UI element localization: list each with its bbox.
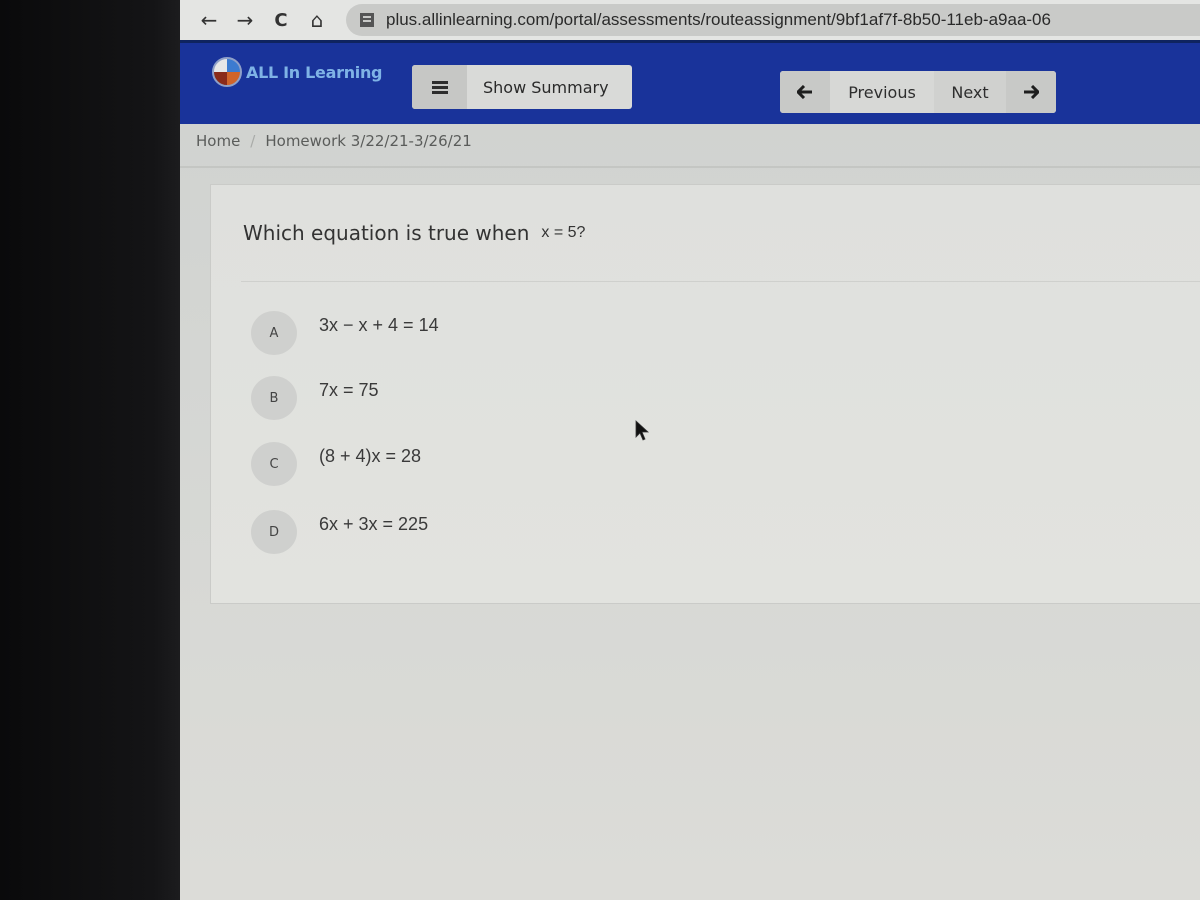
list-icon-container — [412, 65, 467, 109]
arrow-right-icon[interactable] — [1006, 71, 1056, 113]
monitor-bezel — [0, 0, 180, 900]
browser-toolbar: ← → C ⌂ plus.allinlearning.com/portal/as… — [180, 0, 1200, 40]
list-icon — [431, 80, 448, 94]
breadcrumb-home[interactable]: Home — [196, 132, 240, 150]
answer-choice-a[interactable]: A 3x − x + 4 = 14 — [251, 311, 439, 355]
choice-letter-badge[interactable]: B — [251, 376, 297, 420]
site-info-icon[interactable] — [360, 13, 374, 27]
question-card: Which equation is true when x = 5? A 3x … — [210, 184, 1200, 604]
question-pager: Previous Next — [780, 71, 1056, 113]
choice-letter-badge[interactable]: A — [251, 311, 297, 355]
answer-choice-b[interactable]: B 7x = 75 — [251, 376, 379, 420]
breadcrumb-separator: / — [250, 132, 256, 150]
choice-expression: 6x + 3x = 225 — [319, 513, 429, 534]
choice-expression: 3x − x + 4 = 14 — [319, 314, 439, 335]
question-divider — [241, 281, 1200, 282]
show-summary-label: Show Summary — [483, 77, 609, 97]
arrow-right-icon[interactable]: → — [230, 5, 260, 35]
choice-letter-badge[interactable]: D — [251, 510, 297, 554]
app-header: ALL In Learning Show Summary Previous Ne… — [180, 40, 1200, 124]
choice-expression: 7x = 75 — [319, 379, 379, 400]
screen: ← → C ⌂ plus.allinlearning.com/portal/as… — [180, 0, 1200, 900]
answer-choice-c[interactable]: C (8 + 4)x = 28 — [251, 442, 421, 486]
next-button[interactable]: Next — [934, 71, 1006, 113]
question-text: Which equation is true when — [243, 221, 530, 245]
question-prompt: Which equation is true when x = 5? — [243, 221, 585, 245]
brand-name: ALL In Learning — [246, 62, 383, 82]
previous-button[interactable]: Previous — [830, 71, 934, 113]
logo-icon — [212, 57, 242, 87]
choice-expression: (8 + 4)x = 28 — [319, 445, 422, 466]
url-text: plus.allinlearning.com/portal/assessment… — [386, 10, 1051, 29]
choice-letter-badge[interactable]: C — [251, 442, 297, 486]
arrow-left-icon[interactable]: ← — [194, 5, 224, 35]
reload-icon[interactable]: C — [266, 5, 296, 35]
brand-logo[interactable]: ALL In Learning — [212, 57, 383, 87]
breadcrumb-assignment[interactable]: Homework 3/22/21-3/26/21 — [265, 132, 471, 150]
breadcrumb-divider — [180, 166, 1200, 168]
address-bar[interactable]: plus.allinlearning.com/portal/assessment… — [346, 4, 1200, 36]
show-summary-button[interactable]: Show Summary — [412, 65, 632, 109]
home-icon[interactable]: ⌂ — [302, 5, 332, 35]
question-math: x = 5? — [541, 224, 586, 241]
breadcrumb: Home / Homework 3/22/21-3/26/21 — [196, 132, 472, 150]
arrow-left-icon[interactable] — [780, 71, 830, 113]
answer-choice-d[interactable]: D 6x + 3x = 225 — [251, 510, 428, 554]
